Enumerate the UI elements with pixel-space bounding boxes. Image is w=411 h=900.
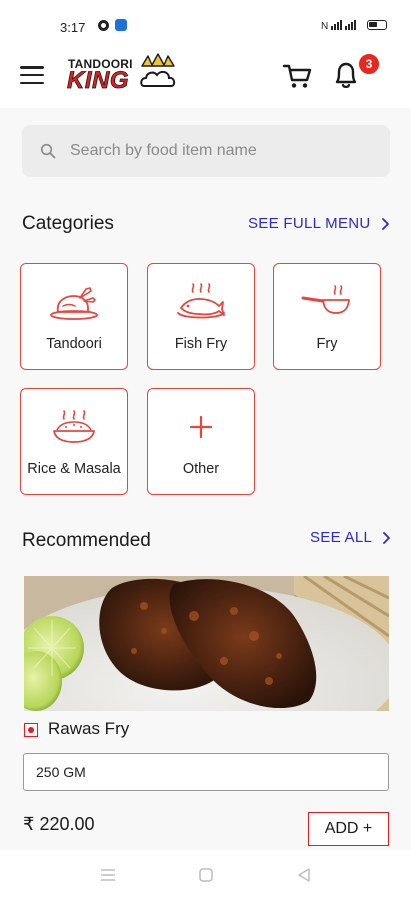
main-content: Categories SEE FULL MENU Tandoori [0,108,411,850]
svg-text:N: N [321,21,328,31]
search-icon [40,143,56,159]
status-bar: 3:17 N [0,0,411,50]
recent-apps-icon[interactable] [100,867,116,883]
category-rice-masala[interactable]: Rice & Masala [20,388,128,495]
app-notification-icon [115,19,127,31]
category-label: Other [182,461,220,477]
item-price: ₹ 220.00 [23,814,95,834]
add-to-cart-button[interactable]: ADD + [308,812,389,846]
menu-icon[interactable] [20,66,44,84]
notification-badge[interactable]: 3 [357,52,381,76]
status-indicators: N [321,19,387,31]
brand-logo[interactable]: TANDOORI KING [66,52,178,96]
see-all-link[interactable]: SEE ALL [310,529,391,546]
category-fry[interactable]: Fry [273,263,381,370]
category-label: Rice & Masala [27,461,121,477]
search-input[interactable] [70,142,370,160]
back-icon[interactable] [296,867,312,883]
see-full-menu-link[interactable]: SEE FULL MENU [248,215,390,232]
search-bar[interactable] [22,125,390,177]
signal-icon: N [321,20,356,31]
see-full-menu-label: SEE FULL MENU [248,215,371,232]
home-icon[interactable] [198,867,214,883]
battery-icon [367,20,387,30]
cart-icon[interactable] [282,62,312,90]
category-label: Tandoori [46,336,102,352]
app-header: TANDOORI KING 3 [0,50,411,108]
rice-bowl-icon [53,410,95,443]
recommended-title: Recommended [22,530,151,551]
category-tandoori[interactable]: Tandoori [20,263,128,370]
category-label: Fry [316,336,338,352]
item-name: Rawas Fry [48,719,130,738]
status-notification-icons [98,19,127,31]
category-other[interactable]: Other [147,388,255,495]
non-veg-indicator-icon [24,723,38,737]
fish-plate-icon [177,283,225,319]
see-all-label: SEE ALL [310,529,373,546]
quantity-select[interactable]: 250 GM [23,753,389,791]
logo-main-text: KING [67,67,129,95]
chevron-right-icon [383,531,391,544]
crown-icon [140,53,176,87]
chevron-right-icon [381,217,389,230]
status-time: 3:17 [60,20,86,35]
system-nav-bar [0,850,411,900]
rawas-fry-image[interactable] [24,576,389,711]
roast-chicken-icon [50,287,98,320]
category-label: Fish Fry [174,336,228,352]
settings-mini-icon [98,19,109,31]
categories-title: Categories [22,213,114,234]
frying-pan-icon [301,285,350,314]
plus-icon [189,415,213,439]
notification-bell-icon[interactable] [332,60,360,90]
category-fish-fry[interactable]: Fish Fry [147,263,255,370]
